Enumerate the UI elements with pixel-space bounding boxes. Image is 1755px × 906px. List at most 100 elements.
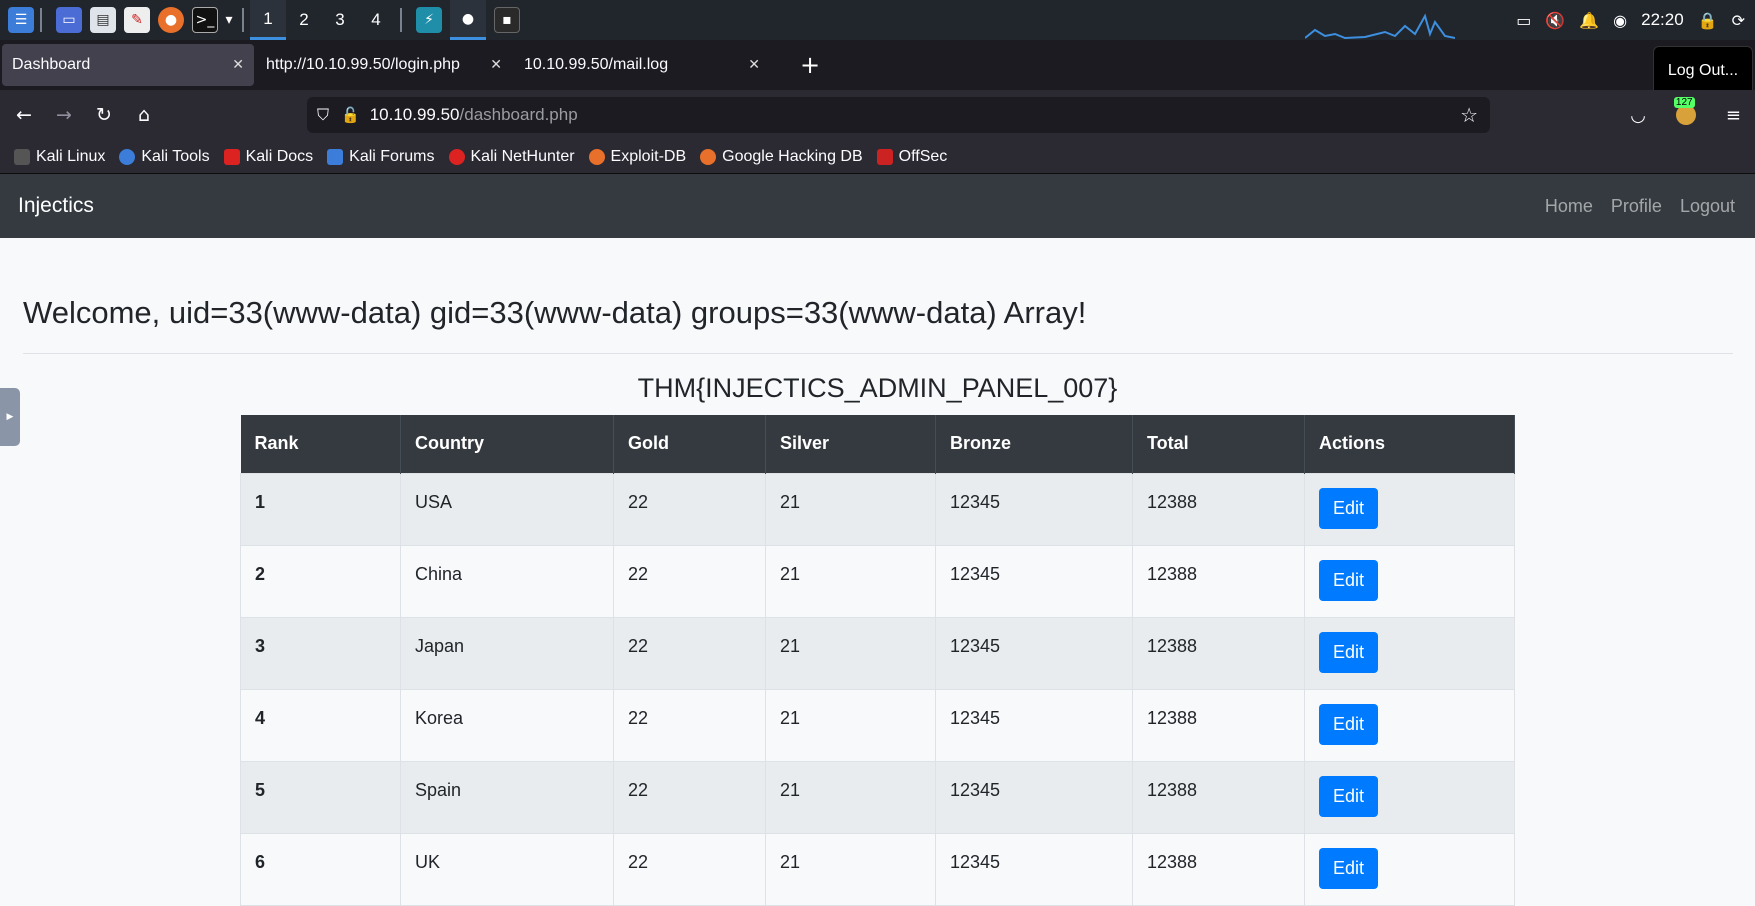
header-actions: Actions <box>1304 415 1515 473</box>
app-window-icon[interactable]: ⚡ <box>416 7 442 33</box>
ghdb-icon <box>700 148 717 165</box>
tab-login[interactable]: http://10.10.99.50/login.php ✕ <box>256 44 512 86</box>
address-bar[interactable]: ⛉ 🔓 10.10.99.50/dashboard.php ☆ <box>307 97 1490 133</box>
firefox-window-icon[interactable]: ● <box>450 0 486 40</box>
browser-tabstrip: Dashboard ✕ http://10.10.99.50/login.php… <box>0 40 1755 90</box>
site-brand[interactable]: Injectics <box>18 194 94 218</box>
edit-button[interactable]: Edit <box>1319 847 1379 889</box>
site-navbar: Injectics Home Profile Logout <box>0 174 1755 238</box>
edit-button[interactable]: Edit <box>1319 487 1379 529</box>
terminal-icon[interactable]: >_ <box>192 7 218 33</box>
insecure-lock-icon[interactable]: 🔓 <box>341 106 360 124</box>
cell-silver: 21 <box>765 832 936 906</box>
workspace-3[interactable]: 3 <box>322 0 358 40</box>
table-row: 2 China 22 21 12345 12388 Edit <box>240 544 1515 618</box>
tab-mail-log[interactable]: 10.10.99.50/mail.log ✕ <box>514 44 770 86</box>
system-tray: ▭ 🔇 🔔 ◉ 22:20 🔒 ⟳ <box>1516 0 1745 40</box>
cell-country: China <box>400 544 614 618</box>
cell-rank: 4 <box>240 688 401 762</box>
bookmarks-bar: Kali Linux Kali Tools Kali Docs Kali For… <box>0 140 1755 174</box>
cell-total: 12388 <box>1132 832 1305 906</box>
text-editor-icon[interactable]: ✎ <box>124 7 150 33</box>
file-manager-icon[interactable]: ▤ <box>90 7 116 33</box>
bookmark-google-hacking-db[interactable]: Google Hacking DB <box>700 148 863 166</box>
cell-total: 12388 <box>1132 688 1305 762</box>
mute-icon[interactable]: 🔇 <box>1545 11 1565 30</box>
bell-icon[interactable]: 🔔 <box>1579 11 1599 30</box>
cell-total: 12388 <box>1132 544 1305 618</box>
cell-total: 12388 <box>1132 760 1305 834</box>
cell-gold: 22 <box>613 832 766 906</box>
home-icon[interactable]: ⌂ <box>128 104 160 126</box>
kali-dragon-icon <box>14 148 30 165</box>
nav-logout-link[interactable]: Logout <box>1680 196 1735 217</box>
cell-silver: 21 <box>765 760 936 834</box>
bookmark-kali-linux[interactable]: Kali Linux <box>14 148 105 166</box>
pocket-icon[interactable]: ◡ <box>1630 105 1646 126</box>
close-icon[interactable]: ✕ <box>232 57 244 73</box>
new-tab-button[interactable]: + <box>800 51 820 79</box>
cell-silver: 21 <box>765 544 936 618</box>
nav-profile-link[interactable]: Profile <box>1611 196 1662 217</box>
header-total: Total <box>1132 415 1305 473</box>
firefox-icon[interactable]: ● <box>158 7 184 33</box>
kali-tools-icon <box>119 148 136 165</box>
terminal-window-icon[interactable]: ▪ <box>494 7 520 33</box>
extension-icon[interactable]: 127 <box>1673 97 1696 125</box>
bookmark-kali-forums[interactable]: Kali Forums <box>327 148 435 166</box>
workspace-4[interactable]: 4 <box>358 0 394 40</box>
logout-icon[interactable]: ⟳ <box>1732 11 1745 30</box>
url-path: /dashboard.php <box>459 105 578 124</box>
menu-icon[interactable]: ≡ <box>1726 105 1741 126</box>
table-row: 1 USA 22 21 12345 12388 Edit <box>240 472 1515 546</box>
cell-bronze: 12345 <box>935 688 1133 762</box>
taskbar-separator <box>400 8 402 32</box>
shield-icon[interactable]: ⛉ <box>317 105 329 125</box>
nav-home-link[interactable]: Home <box>1545 196 1593 217</box>
desktop-icon[interactable]: ▭ <box>56 7 82 33</box>
workspace-1[interactable]: 1 <box>250 0 286 40</box>
cell-actions: Edit <box>1304 760 1515 834</box>
edit-button[interactable]: Edit <box>1319 631 1379 673</box>
system-taskbar: ☰ ▭ ▤ ✎ ● >_ ▾ 1 2 3 4 ⚡ ● ▪ ▭ 🔇 🔔 ◉ 22:… <box>0 0 1755 40</box>
cell-gold: 22 <box>613 688 766 762</box>
divider <box>23 353 1733 354</box>
workspace-2[interactable]: 2 <box>286 0 322 40</box>
kali-forums-icon <box>327 148 344 165</box>
edit-button[interactable]: Edit <box>1319 775 1379 817</box>
bookmark-star-icon[interactable]: ☆ <box>1460 103 1478 127</box>
cell-actions: Edit <box>1304 688 1515 762</box>
cell-bronze: 12345 <box>935 472 1133 546</box>
table-row: 4 Korea 22 21 12345 12388 Edit <box>240 688 1515 762</box>
display-icon[interactable]: ▭ <box>1516 11 1531 30</box>
header-country: Country <box>400 415 614 473</box>
power-status-icon[interactable]: ◉ <box>1613 11 1627 30</box>
forward-icon[interactable]: → <box>48 104 80 126</box>
cell-bronze: 12345 <box>935 832 1133 906</box>
cell-actions: Edit <box>1304 832 1515 906</box>
kali-menu-icon[interactable]: ☰ <box>8 7 34 33</box>
tab-dashboard[interactable]: Dashboard ✕ <box>2 44 254 86</box>
cell-bronze: 12345 <box>935 760 1133 834</box>
welcome-heading: Welcome, uid=33(www-data) gid=33(www-dat… <box>23 295 1087 330</box>
tab-label: Dashboard <box>12 56 91 73</box>
close-icon[interactable]: ✕ <box>490 57 502 73</box>
cell-country: USA <box>400 472 614 546</box>
cell-country: Spain <box>400 760 614 834</box>
flag-text: THM{INJECTICS_ADMIN_PANEL_007} <box>637 373 1118 403</box>
bookmark-exploit-db[interactable]: Exploit-DB <box>588 148 686 166</box>
back-icon[interactable]: ← <box>8 104 40 126</box>
bookmark-kali-tools[interactable]: Kali Tools <box>119 148 210 166</box>
table-row: 5 Spain 22 21 12345 12388 Edit <box>240 760 1515 834</box>
bookmark-kali-docs[interactable]: Kali Docs <box>223 148 313 166</box>
bookmark-offsec[interactable]: OffSec <box>876 148 947 166</box>
close-icon[interactable]: ✕ <box>748 57 760 73</box>
lock-icon[interactable]: 🔒 <box>1698 11 1718 30</box>
chevron-down-icon[interactable]: ▾ <box>222 7 236 33</box>
header-bronze: Bronze <box>935 415 1133 473</box>
edit-button[interactable]: Edit <box>1319 559 1379 601</box>
cell-country: Korea <box>400 688 614 762</box>
bookmark-kali-nethunter[interactable]: Kali NetHunter <box>448 148 575 166</box>
reload-icon[interactable]: ↻ <box>88 104 120 126</box>
edit-button[interactable]: Edit <box>1319 703 1379 745</box>
